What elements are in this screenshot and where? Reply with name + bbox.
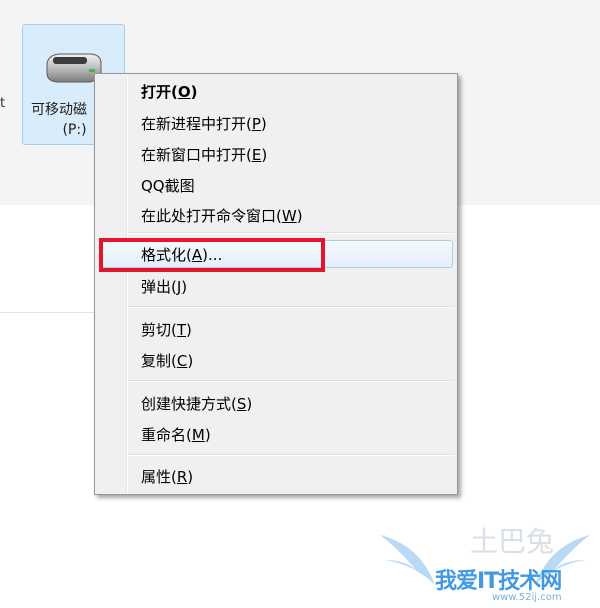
highlight-annotation-box <box>99 238 325 272</box>
menu-item-properties[interactable]: 属性(R) <box>141 467 193 487</box>
watermark-url: www.52ij.com <box>492 592 562 603</box>
watermark-logo: 土巴兔 <box>470 525 555 558</box>
menu-item-create-shortcut[interactable]: 创建快捷方式(S) <box>141 394 252 414</box>
watermark-text: 我爱IT技术网 <box>435 569 562 594</box>
drive-name: 可移动磁 <box>31 102 87 118</box>
menu-item-open-new-process[interactable]: 在新进程中打开(P) <box>141 114 267 134</box>
menu-gutter <box>126 76 128 492</box>
menu-item-open-command-window[interactable]: 在此处打开命令窗口(W) <box>141 206 303 226</box>
menu-separator <box>128 232 454 234</box>
menu-item-eject[interactable]: 弹出(J) <box>141 277 187 297</box>
partial-label: t <box>0 96 6 111</box>
menu-item-qq-screenshot[interactable]: QQ截图 <box>141 176 195 196</box>
context-menu: 打开(O) 在新进程中打开(P) 在新窗口中打开(E) QQ截图 在此处打开命令… <box>94 73 458 495</box>
menu-separator <box>128 306 454 308</box>
menu-item-open[interactable]: 打开(O) <box>141 82 197 102</box>
menu-item-rename[interactable]: 重命名(M) <box>141 425 211 445</box>
menu-separator <box>128 454 454 456</box>
divider <box>0 312 96 313</box>
menu-item-cut[interactable]: 剪切(T) <box>141 320 192 340</box>
menu-separator <box>128 380 454 382</box>
menu-item-open-new-window[interactable]: 在新窗口中打开(E) <box>141 145 267 165</box>
menu-item-copy[interactable]: 复制(C) <box>141 351 193 371</box>
